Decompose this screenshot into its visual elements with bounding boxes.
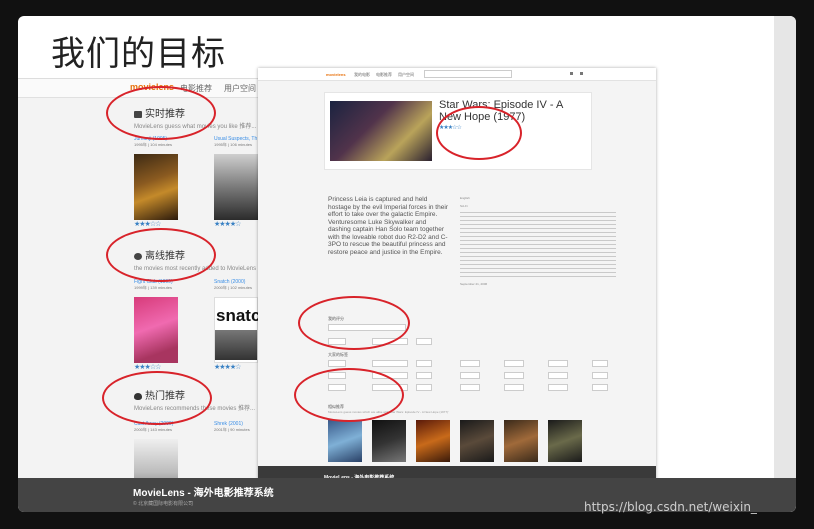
footer-title: MovieLens - 海外电影推荐系统 — [133, 488, 274, 499]
footer-sub: © 北京藏国际电影有限公司 — [133, 501, 194, 507]
movie-card[interactable]: Usual Suspects, Th 1995年 | 106 minutes — [214, 136, 258, 148]
nav-menu-user[interactable]: 用户空间 — [224, 83, 256, 94]
movie-poster[interactable] — [134, 154, 178, 220]
rating-option[interactable] — [416, 338, 432, 345]
movie-language: English — [460, 196, 470, 200]
tag-select[interactable] — [504, 384, 524, 391]
rating-stars[interactable]: ★★★★☆ — [214, 363, 241, 371]
tag-select[interactable] — [460, 360, 480, 367]
movie-sub: 1995年 | 106 minutes — [214, 142, 252, 147]
tag-select[interactable] — [504, 360, 524, 367]
tag-select[interactable] — [460, 384, 480, 391]
annotation-circle — [436, 106, 522, 160]
similar-movie-poster[interactable] — [328, 420, 362, 462]
tag-select[interactable] — [592, 384, 608, 391]
tag-select[interactable] — [548, 384, 568, 391]
scrollbar[interactable] — [774, 16, 796, 512]
similar-movie-poster[interactable] — [504, 420, 538, 462]
watermark: https://blog.csdn.net/weixin_ — [584, 500, 757, 514]
presentation-slide: 我们的目标 movielens 电影推荐 用户空间 实时推荐 MovieLens… — [18, 16, 796, 512]
tag-select[interactable] — [372, 360, 408, 367]
search-input[interactable] — [424, 70, 512, 78]
movie-sub: 1999年 | 139 minutes — [134, 285, 172, 290]
right-app-navbar: movielens 我的电影 电影推荐 用户空间 — [258, 68, 656, 81]
logout-icon[interactable] — [580, 72, 583, 75]
app-logo[interactable]: movielens — [326, 72, 346, 77]
rating-stars[interactable]: ★★★★☆ — [214, 220, 241, 228]
movie-side-info: English Sci-Fi September 21, 2006 — [460, 196, 616, 286]
similar-movie-poster[interactable] — [548, 420, 582, 462]
similar-movie-poster[interactable] — [416, 420, 450, 462]
movie-poster — [330, 101, 432, 161]
tag-select[interactable] — [548, 360, 568, 367]
poster-text: snatc — [216, 306, 260, 325]
nav-menu-my[interactable]: 我的电影 — [354, 72, 370, 78]
movie-sub: 2000年 | 143 minutes — [134, 427, 172, 432]
nav-menu-recommend[interactable]: 电影推荐 — [376, 72, 392, 78]
annotation-circle — [298, 296, 410, 350]
movie-poster[interactable] — [214, 154, 258, 220]
movie-sub: 2001年 | 90 minutes — [214, 427, 250, 432]
movie-card[interactable]: Shrek (2001) 2001年 | 90 minutes — [214, 421, 258, 433]
movie-plot: Princess Leia is captured and held hosta… — [328, 196, 448, 256]
section-tags: 大家的标签 — [328, 352, 348, 357]
similar-movie-poster[interactable] — [460, 420, 494, 462]
movie-poster[interactable]: snatc — [214, 297, 260, 363]
tag-select[interactable] — [416, 360, 432, 367]
poster-image — [215, 330, 257, 360]
tag-select[interactable] — [416, 384, 432, 391]
tag-select[interactable] — [548, 372, 568, 379]
movie-genre: Sci-Fi — [460, 204, 468, 208]
slide-title: 我们的目标 — [51, 34, 226, 74]
movie-poster[interactable] — [134, 297, 178, 363]
user-icon[interactable] — [570, 72, 573, 75]
annotation-circle — [106, 86, 216, 140]
tag-select[interactable] — [592, 372, 608, 379]
tag-select[interactable] — [592, 360, 608, 367]
rating-stars[interactable]: ★★★☆☆ — [134, 363, 161, 371]
movie-card[interactable]: Snatch (2000) 2000年 | 102 minutes — [214, 279, 258, 291]
tag-select[interactable] — [504, 372, 524, 379]
movie-release-date: September 21, 2006 — [460, 282, 488, 286]
movie-actor-list — [460, 212, 616, 278]
movie-sub: 1995年 | 104 minutes — [134, 142, 172, 147]
tag-select[interactable] — [328, 360, 346, 367]
rating-stars[interactable]: ★★★☆☆ — [134, 220, 161, 228]
tag-select[interactable] — [416, 372, 432, 379]
movie-poster[interactable] — [134, 439, 178, 479]
annotation-circle — [294, 368, 404, 422]
annotation-circle — [102, 371, 212, 425]
tag-select[interactable] — [460, 372, 480, 379]
movie-sub: 2000年 | 102 minutes — [214, 285, 252, 290]
similar-movie-poster[interactable] — [372, 420, 406, 462]
annotation-circle — [106, 228, 216, 282]
nav-menu-user[interactable]: 用户空间 — [398, 72, 414, 78]
